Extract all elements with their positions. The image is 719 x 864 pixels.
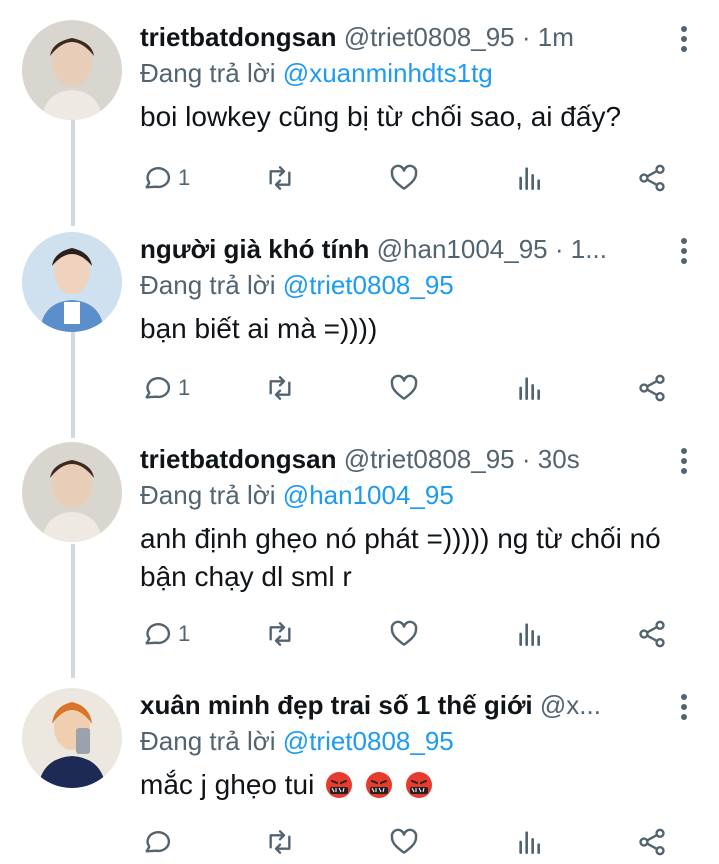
like-button[interactable] <box>388 368 420 408</box>
avatar[interactable] <box>22 688 122 788</box>
separator: · <box>521 444 531 474</box>
action-bar: 1 <box>140 368 689 408</box>
avatar[interactable] <box>22 20 122 120</box>
replying-prefix: Đang trả lời <box>140 726 276 756</box>
mention-link[interactable]: @triet0808_95 <box>283 726 454 756</box>
heart-icon <box>390 620 418 646</box>
tweet-text: bạn biết ai mà =)))) <box>140 313 378 344</box>
tweet[interactable]: trietbatdongsan @triet0808_95 · 30s Đang… <box>0 436 719 676</box>
reply-button[interactable]: 1 <box>140 158 190 198</box>
share-icon <box>639 828 665 856</box>
tweet[interactable]: xuân minh đẹp trai số 1 thế giới @x... Đ… <box>0 682 719 864</box>
user-handle[interactable]: @triet0808_95 <box>344 22 515 52</box>
retweet-button[interactable] <box>264 368 296 408</box>
like-button[interactable] <box>388 614 420 654</box>
tweet-text: anh định ghẹo nó phát =))))) ng từ chối … <box>140 523 661 592</box>
separator: · <box>554 234 564 264</box>
retweet-icon <box>269 166 291 190</box>
reply-button[interactable]: 1 <box>140 368 190 408</box>
tweet-header: xuân minh đẹp trai số 1 thế giới @x... <box>140 688 659 722</box>
reply-icon <box>145 377 171 399</box>
share-button[interactable] <box>636 158 668 198</box>
replying-to: Đang trả lời @xuanminhdts1tg <box>140 56 493 90</box>
tweet-body: mắc j ghẹo tui <box>140 766 679 804</box>
user-handle[interactable]: @han1004_95 <box>377 234 548 264</box>
mention-link[interactable]: @han1004_95 <box>283 480 454 510</box>
display-name[interactable]: trietbatdongsan <box>140 22 336 52</box>
retweet-button[interactable] <box>264 614 296 654</box>
retweet-icon <box>269 830 291 854</box>
reply-count: 1 <box>178 165 191 190</box>
tweet-text: mắc j ghẹo tui <box>140 769 315 800</box>
reply-icon <box>145 831 171 853</box>
timestamp[interactable]: 1... <box>571 234 607 264</box>
retweet-icon <box>269 376 291 400</box>
cursing-face-icon <box>326 772 353 798</box>
timestamp[interactable]: 30s <box>538 444 580 474</box>
replying-prefix: Đang trả lời <box>140 480 276 510</box>
replying-to: Đang trả lời @triet0808_95 <box>140 724 454 758</box>
heart-icon <box>390 164 418 190</box>
retweet-icon <box>269 622 291 646</box>
action-bar: 1 <box>140 158 689 198</box>
user-handle[interactable]: @x... <box>540 690 601 720</box>
share-icon <box>639 164 665 192</box>
tweet-header: người già khó tính @han1004_95 · 1... <box>140 232 659 266</box>
tweet-text: boi lowkey cũng bị từ chối sao, ai đấy? <box>140 101 622 132</box>
share-button[interactable] <box>636 614 668 654</box>
cursing-face-icon <box>365 772 392 798</box>
heart-icon <box>390 374 418 400</box>
cursing-face-icon <box>405 772 432 798</box>
retweet-button[interactable] <box>264 158 296 198</box>
views-button[interactable] <box>514 822 546 862</box>
action-bar: 1 <box>140 614 689 654</box>
replying-prefix: Đang trả lời <box>140 58 276 88</box>
tweet[interactable]: trietbatdongsan @triet0808_95 · 1m Đang … <box>0 14 719 214</box>
tweet[interactable]: người già khó tính @han1004_95 · 1... Đa… <box>0 226 719 426</box>
like-button[interactable] <box>388 822 420 862</box>
replying-to: Đang trả lời @han1004_95 <box>140 478 454 512</box>
separator: · <box>521 22 531 52</box>
tweet-header: trietbatdongsan @triet0808_95 · 1m <box>140 20 659 54</box>
mention-link[interactable]: @triet0808_95 <box>283 270 454 300</box>
more-icon[interactable] <box>679 238 689 264</box>
analytics-icon <box>519 167 540 190</box>
like-button[interactable] <box>388 158 420 198</box>
reply-count: 1 <box>178 621 191 646</box>
display-name[interactable]: xuân minh đẹp trai số 1 thế giới <box>140 690 533 720</box>
share-button[interactable] <box>636 822 668 862</box>
avatar[interactable] <box>22 442 122 542</box>
reply-button[interactable] <box>140 822 172 862</box>
replying-prefix: Đang trả lời <box>140 270 276 300</box>
user-handle[interactable]: @triet0808_95 <box>344 444 515 474</box>
more-icon[interactable] <box>679 26 689 52</box>
avatar[interactable] <box>22 232 122 332</box>
replying-to: Đang trả lời @triet0808_95 <box>140 268 454 302</box>
timestamp[interactable]: 1m <box>538 22 574 52</box>
share-button[interactable] <box>636 368 668 408</box>
more-icon[interactable] <box>679 448 689 474</box>
views-button[interactable] <box>514 158 546 198</box>
views-button[interactable] <box>514 614 546 654</box>
mention-link[interactable]: @xuanminhdts1tg <box>283 58 493 88</box>
analytics-icon <box>519 377 540 400</box>
share-icon <box>639 620 665 648</box>
reply-icon <box>145 623 171 645</box>
analytics-icon <box>519 623 540 646</box>
heart-icon <box>390 828 418 854</box>
share-icon <box>639 374 665 402</box>
retweet-button[interactable] <box>264 822 296 862</box>
display-name[interactable]: trietbatdongsan <box>140 444 336 474</box>
display-name[interactable]: người già khó tính <box>140 234 369 264</box>
action-bar <box>140 822 689 862</box>
views-button[interactable] <box>514 368 546 408</box>
tweet-header: trietbatdongsan @triet0808_95 · 30s <box>140 442 659 476</box>
more-icon[interactable] <box>679 694 689 720</box>
analytics-icon <box>519 831 540 854</box>
reply-button[interactable]: 1 <box>140 614 190 654</box>
reply-icon <box>145 167 171 189</box>
reply-count: 1 <box>178 375 191 400</box>
